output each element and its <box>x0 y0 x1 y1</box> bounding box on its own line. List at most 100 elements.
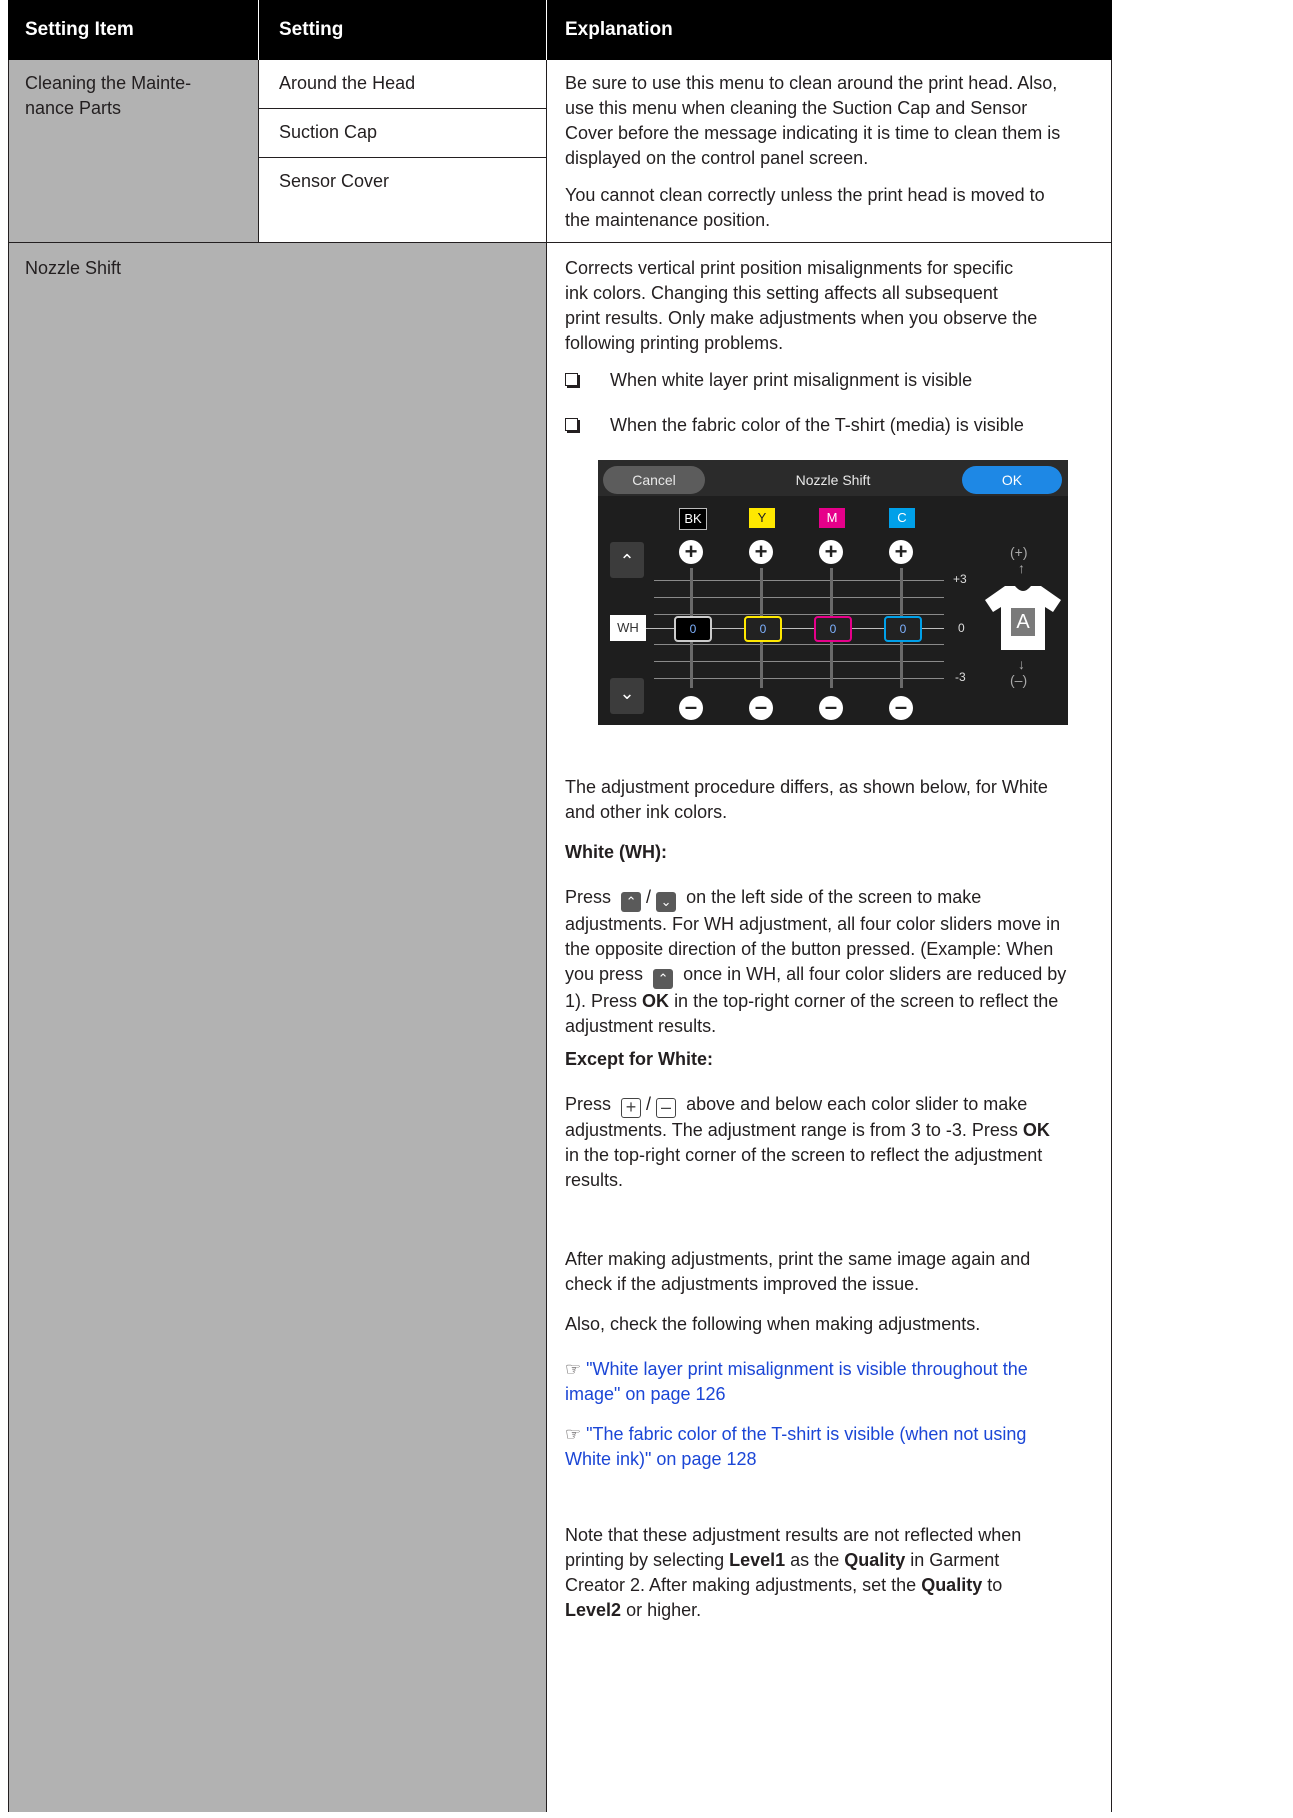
procedure-text: The adjustment procedure differs, as sho… <box>565 775 1085 825</box>
row2-item: Nozzle Shift <box>25 258 122 278</box>
plus-button-m[interactable]: + <box>819 540 843 564</box>
text-fragment: in the top-right corner of the screen to… <box>674 991 1059 1011</box>
link-text[interactable]: image" on page 126 <box>565 1382 1085 1407</box>
except-heading: Except for White: <box>565 1049 714 1069</box>
text-fragment: 1). Press <box>565 991 638 1011</box>
slider-thumb-c[interactable]: 0 <box>884 616 922 642</box>
text-fragment: printing by selecting <box>565 1550 725 1570</box>
text-fragment: as the <box>790 1550 840 1570</box>
text-line: Press + / – above and below each color s… <box>565 1094 1028 1118</box>
down-chevron-icon: ⌄ <box>656 892 677 912</box>
header-divider <box>546 0 547 60</box>
text-fragment: Press <box>565 887 612 907</box>
link-text[interactable]: "The fabric color of the T-shirt is visi… <box>586 1424 1026 1444</box>
cancel-button[interactable]: Cancel <box>603 466 705 494</box>
text-line: Note that these adjustment results are n… <box>565 1525 1022 1545</box>
ok-button[interactable]: OK <box>962 466 1062 494</box>
text-fragment: above and below each color slider to mak… <box>686 1094 1028 1114</box>
plus-button-c[interactable]: + <box>889 540 913 564</box>
color-label-c: C <box>889 508 915 528</box>
slider-column-y: Y + 0 – <box>744 508 794 723</box>
slider-thumb-y[interactable]: 0 <box>744 616 782 642</box>
minus-direction-label: (–) <box>1010 672 1028 688</box>
text-line: you press ⌃ once in WH, all four color s… <box>565 962 1085 989</box>
up-button[interactable]: ⌃ <box>610 542 644 578</box>
color-label-y: Y <box>749 508 775 528</box>
text-line: the opposite direction of the button pre… <box>565 939 1054 959</box>
minus-button-bk[interactable]: – <box>679 696 703 720</box>
slider-thumb-m[interactable]: 0 <box>814 616 852 642</box>
bullet-text: When the fabric color of the T-shirt (me… <box>610 415 1024 435</box>
up-chevron-icon: ⌃ <box>621 892 642 912</box>
text-line: adjustments. For WH adjustment, all four… <box>565 914 1061 934</box>
header-divider <box>258 0 259 60</box>
white-heading: White (WH): <box>565 842 667 862</box>
text-fragment: Level2 <box>565 1600 622 1620</box>
text-line: results. <box>565 1170 624 1190</box>
note-text: Note that these adjustment results are n… <box>565 1523 1085 1623</box>
header-setting-item: Setting Item <box>25 0 134 60</box>
text-line: adjustment results. <box>565 1016 717 1036</box>
minus-button-c[interactable]: – <box>889 696 913 720</box>
text-line: Creator 2. After making adjustments, set… <box>565 1573 1085 1598</box>
header-row <box>8 0 1112 60</box>
text-line: ink colors. Changing this setting affect… <box>565 283 998 303</box>
except-instructions: Press + / – above and below each color s… <box>565 1092 1085 1193</box>
text-line: check if the adjustments improved the is… <box>565 1274 920 1294</box>
link-text[interactable]: White ink)" on page 128 <box>565 1447 1085 1472</box>
link-white-layer[interactable]: ☞ "White layer print misalignment is vis… <box>565 1357 1085 1407</box>
col-divider <box>258 60 259 243</box>
plus-button-bk[interactable]: + <box>679 540 703 564</box>
text-line: printing by selecting Level1 as the Qual… <box>565 1548 1085 1573</box>
nozzle-shift-screen: Cancel Nozzle Shift OK ⌃ ⌄ WH +3 0 -3 BK… <box>598 460 1068 725</box>
text-line: displayed on the control panel screen. <box>565 148 869 168</box>
slider-thumb-bk[interactable]: 0 <box>674 616 712 642</box>
text-fragment: or higher. <box>626 1600 702 1620</box>
text-line: print results. Only make adjustments whe… <box>565 308 1038 328</box>
link-text[interactable]: "White layer print misalignment is visib… <box>586 1359 1028 1379</box>
setting-sensor-cover: Sensor Cover <box>279 171 390 191</box>
text-line: Corrects vertical print position misalig… <box>565 258 1014 278</box>
col-divider <box>546 60 547 1812</box>
scale-mid-label: 0 <box>958 621 965 635</box>
text-line: ☞ "White layer print misalignment is vis… <box>565 1357 1085 1382</box>
minus-button-m[interactable]: – <box>819 696 843 720</box>
text-line: the maintenance position. <box>565 210 771 230</box>
table-border-right <box>1111 60 1112 1812</box>
arrow-up-icon: ↑ <box>1018 560 1025 576</box>
slider-column-bk: BK + 0 – <box>674 508 724 723</box>
text-fragment: OK <box>642 991 670 1011</box>
text-fragment: Press <box>565 1094 612 1114</box>
text-fragment: Creator 2. After making adjustments, set… <box>565 1575 917 1595</box>
text-fragment: OK <box>1022 1120 1050 1140</box>
text-line: following printing problems. <box>565 333 784 353</box>
row1-item-line1: Cleaning the Mainte- <box>25 73 192 93</box>
text-line: Level2 or higher. <box>565 1598 1085 1623</box>
minus-button-y[interactable]: – <box>749 696 773 720</box>
text-fragment: adjustments. The adjustment range is fro… <box>565 1120 1018 1140</box>
row2-item-cell <box>8 243 546 1812</box>
white-instructions: Press ⌃ / ⌄ on the left side of the scre… <box>565 885 1085 1039</box>
down-button[interactable]: ⌄ <box>610 678 644 714</box>
text-line: You cannot clean correctly unless the pr… <box>565 185 1045 205</box>
row-divider <box>259 157 546 158</box>
color-label-m: M <box>819 508 845 528</box>
text-line: adjustments. The adjustment range is fro… <box>565 1118 1085 1143</box>
text-line: Be sure to use this menu to clean around… <box>565 73 1058 93</box>
after-text: After making adjustments, print the same… <box>565 1247 1085 1297</box>
scale-top-label: +3 <box>953 572 967 586</box>
header-setting: Setting <box>279 0 344 60</box>
text-line: in the top-right corner of the screen to… <box>565 1145 1043 1165</box>
text-line: Press ⌃ / ⌄ on the left side of the scre… <box>565 885 1085 912</box>
row-divider <box>8 242 1112 243</box>
text-line: The adjustment procedure differs, as sho… <box>565 777 1048 797</box>
text-line: After making adjustments, print the same… <box>565 1249 1031 1269</box>
plus-button-y[interactable]: + <box>749 540 773 564</box>
reference-arrow-icon: ☞ <box>565 1359 582 1379</box>
text-fragment: you press <box>565 964 644 984</box>
settings-table: Setting Item Setting Explanation Cleanin… <box>8 0 1112 1812</box>
minus-button-icon: – <box>656 1098 677 1118</box>
text-fragment: to <box>987 1575 1003 1595</box>
setting-suction-cap: Suction Cap <box>279 122 378 142</box>
link-fabric-color[interactable]: ☞ "The fabric color of the T-shirt is vi… <box>565 1422 1085 1472</box>
